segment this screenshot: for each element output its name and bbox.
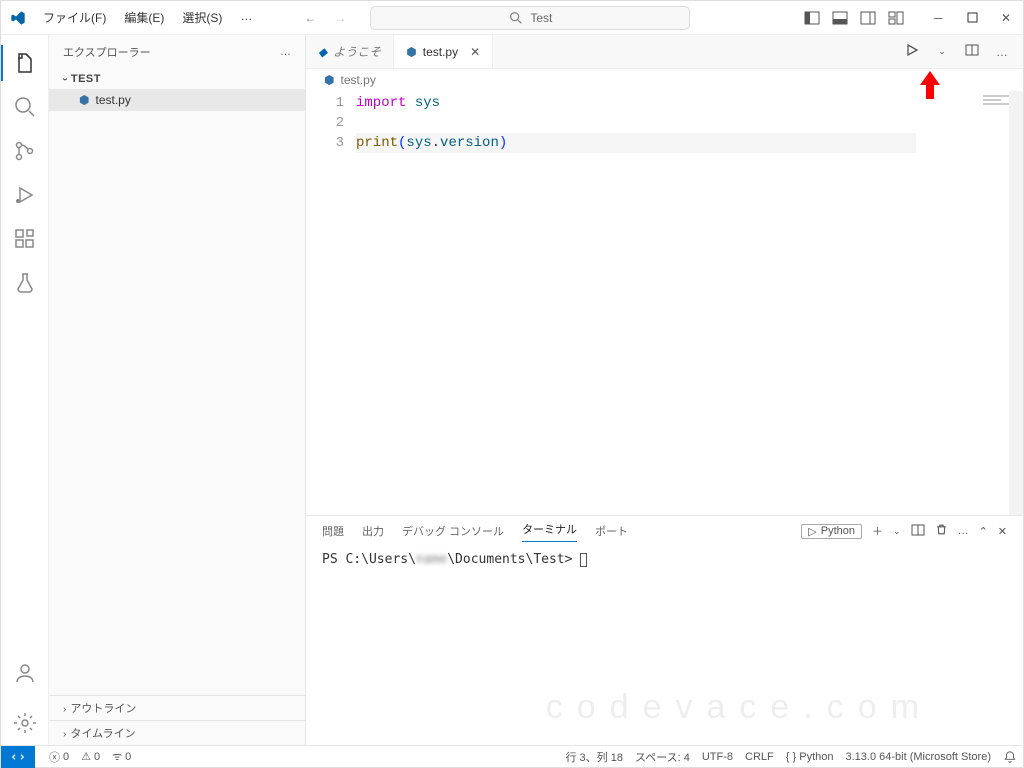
nav-back-icon[interactable]: ← <box>300 11 320 25</box>
tab-welcome[interactable]: ◆ ようこそ <box>306 35 394 68</box>
status-interpreter[interactable]: 3.13.0 64-bit (Microsoft Store) <box>839 751 997 763</box>
vscode-logo-icon <box>1 10 35 26</box>
panel-more-icon[interactable]: … <box>958 525 969 537</box>
breadcrumb-file[interactable]: test.py <box>340 73 375 87</box>
sidebar-more-icon[interactable]: … <box>280 46 291 58</box>
vscode-icon: ◆ <box>318 45 327 59</box>
python-file-icon: ⬢ <box>324 73 334 87</box>
activity-scm-icon[interactable] <box>1 129 49 173</box>
kill-terminal-icon[interactable] <box>935 523 948 539</box>
run-dropdown-icon[interactable]: ⌄ <box>931 46 953 57</box>
status-cursor-position[interactable]: 行 3、列 18 <box>559 749 628 765</box>
sidebar-timeline[interactable]: ›タイムライン <box>49 720 305 745</box>
search-icon <box>508 10 524 26</box>
close-tab-icon[interactable]: ✕ <box>470 45 480 59</box>
scrollbar[interactable] <box>1009 91 1023 515</box>
panel-tab-ports[interactable]: ポート <box>595 523 628 539</box>
folder-root[interactable]: ›TEST <box>49 69 305 89</box>
run-button[interactable] <box>901 43 923 60</box>
activity-testing-icon[interactable] <box>1 261 49 305</box>
sidebar-outline[interactable]: ›アウトライン <box>49 695 305 720</box>
warning-icon: ⚠ <box>81 750 91 763</box>
status-ports[interactable]: ᯤ0 <box>106 749 137 764</box>
terminal-content[interactable]: PS C:\Users\name\Documents\Test> <box>306 546 1023 573</box>
code-editor[interactable]: 1 2 3 import sys print(sys.version) <box>306 91 1023 515</box>
tab-current-file[interactable]: ⬢ test.py ✕ <box>394 35 493 68</box>
editor-more-icon[interactable]: … <box>991 45 1013 59</box>
panel-maximize-icon[interactable]: ⌃ <box>979 525 988 538</box>
status-eol[interactable]: CRLF <box>739 751 780 763</box>
chevron-right-icon: › <box>63 704 66 715</box>
terminal-shell-selector[interactable]: ▷Python <box>801 524 862 539</box>
terminal-cursor <box>580 553 587 567</box>
remote-indicator[interactable] <box>1 746 35 768</box>
split-terminal-icon[interactable] <box>911 523 925 540</box>
chevron-right-icon: › <box>63 729 66 740</box>
activity-explorer-icon[interactable] <box>1 41 49 85</box>
layout-sidebar-left-icon[interactable] <box>799 5 825 31</box>
shell-icon: ▷ <box>808 525 816 538</box>
command-center[interactable]: Test <box>370 6 690 30</box>
python-file-icon: ⬢ <box>79 93 89 107</box>
window-close-icon[interactable]: ✕ <box>989 1 1023 35</box>
line-gutter: 1 2 3 <box>306 91 356 515</box>
search-text: Test <box>530 11 552 25</box>
file-item[interactable]: ⬢ test.py <box>49 89 305 111</box>
antenna-icon: ᯤ <box>112 749 122 764</box>
status-language[interactable]: { } Python <box>780 751 840 763</box>
terminal-dropdown-icon[interactable]: ⌄ <box>893 526 901 537</box>
status-indentation[interactable]: スペース: 4 <box>629 749 696 765</box>
menu-file[interactable]: ファイル(F) <box>35 5 114 30</box>
status-errors[interactable]: ⓧ0 <box>43 749 75 765</box>
new-terminal-icon[interactable]: ＋ <box>872 523 883 539</box>
panel-tab-debug[interactable]: デバッグ コンソール <box>402 523 504 539</box>
window-minimize-icon[interactable]: ─ <box>921 1 955 35</box>
chevron-down-icon: › <box>59 78 70 82</box>
activity-extensions-icon[interactable] <box>1 217 49 261</box>
status-encoding[interactable]: UTF-8 <box>696 751 739 763</box>
panel-tab-terminal[interactable]: ターミナル <box>522 521 577 542</box>
activity-settings-icon[interactable] <box>1 701 49 745</box>
python-file-icon: ⬢ <box>406 45 416 59</box>
layout-sidebar-right-icon[interactable] <box>855 5 881 31</box>
window-maximize-icon[interactable] <box>955 1 989 35</box>
menu-edit[interactable]: 編集(E) <box>116 5 172 30</box>
error-icon: ⓧ <box>49 749 60 765</box>
code-content[interactable]: import sys print(sys.version) <box>356 91 1023 515</box>
panel-tab-output[interactable]: 出力 <box>362 523 384 539</box>
panel-close-icon[interactable]: ✕ <box>998 525 1007 538</box>
activity-debug-icon[interactable] <box>1 173 49 217</box>
panel-tab-problems[interactable]: 問題 <box>322 523 344 539</box>
activity-account-icon[interactable] <box>1 651 49 695</box>
customize-layout-icon[interactable] <box>883 5 909 31</box>
menu-select[interactable]: 選択(S) <box>174 5 230 30</box>
menu-more[interactable]: … <box>232 5 260 30</box>
activity-search-icon[interactable] <box>1 85 49 129</box>
status-warnings[interactable]: ⚠0 <box>75 750 106 763</box>
layout-panel-icon[interactable] <box>827 5 853 31</box>
split-editor-icon[interactable] <box>961 43 983 60</box>
nav-forward-icon[interactable]: → <box>330 11 350 25</box>
status-notifications-icon[interactable] <box>997 750 1023 764</box>
file-name: test.py <box>95 93 130 107</box>
sidebar-title: エクスプローラー <box>63 44 151 60</box>
